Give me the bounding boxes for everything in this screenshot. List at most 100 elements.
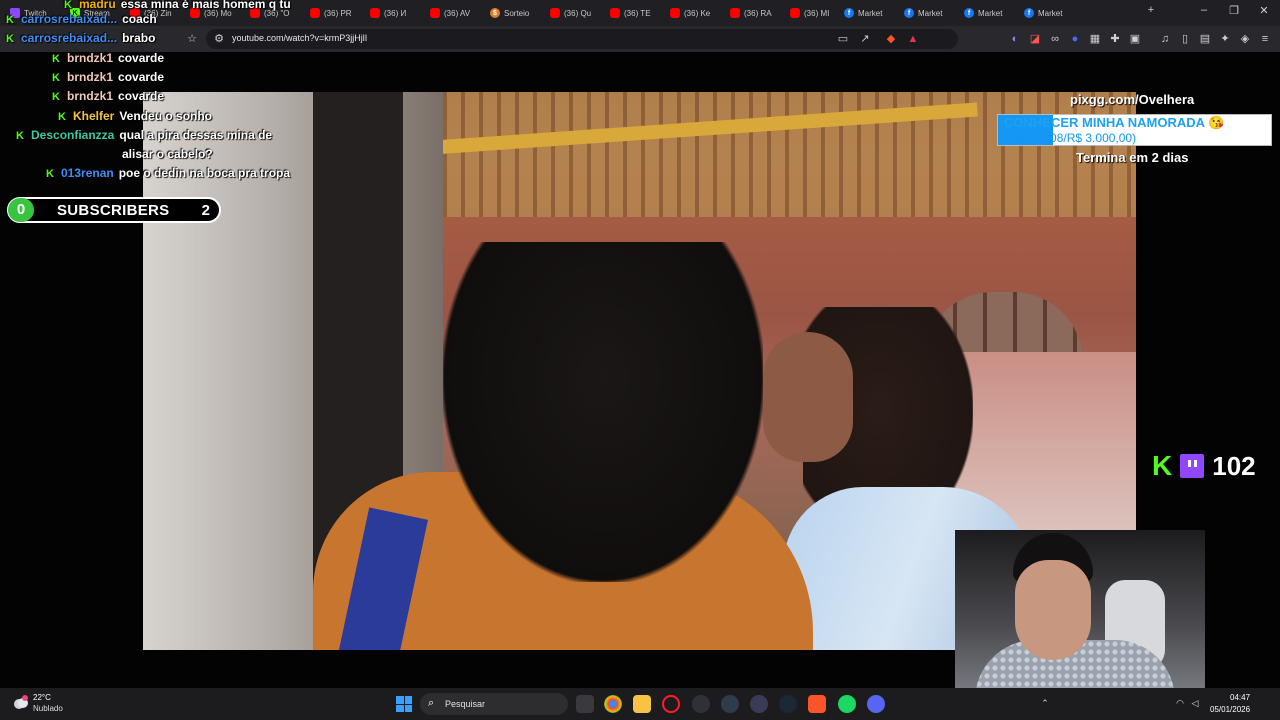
minimize-button[interactable]: –: [1194, 4, 1214, 16]
clock-time[interactable]: 04:47: [1230, 693, 1250, 702]
kick-badge-icon: K: [6, 14, 14, 26]
app-icon[interactable]: [692, 695, 710, 713]
screenshot-icon[interactable]: ▣: [1128, 32, 1142, 46]
chat-username[interactable]: brndzk1: [67, 89, 113, 103]
goal-progress-bar: CONHECER MINHA NAMORADA 😘 (R$ 606,08/R$ …: [997, 114, 1272, 146]
browser-tab[interactable]: (36) TE: [610, 3, 666, 23]
browser-tab-label: Market: [918, 8, 943, 18]
chat-username[interactable]: carrosrebaixad...: [21, 31, 117, 45]
search-placeholder: Pesquisar: [445, 699, 486, 709]
opera-gx-icon[interactable]: [662, 695, 680, 713]
kick-badge-icon: K: [64, 0, 72, 11]
app-icon[interactable]: [721, 695, 739, 713]
browser-toolbar: ☆ ⚙ youtube.com/watch?v=krmP3jjHjlI ▭ ↗ …: [0, 26, 1280, 52]
weather-cloud-icon[interactable]: [12, 694, 30, 712]
youtube-icon: [310, 8, 320, 18]
extension-icon[interactable]: ◐: [1008, 32, 1022, 46]
browser-tab[interactable]: (36) И: [370, 3, 426, 23]
youtube-icon: [550, 8, 560, 18]
browser-tab[interactable]: (36) Qu: [550, 3, 606, 23]
browser-tab-label: (36) И: [384, 8, 407, 18]
file-explorer-icon[interactable]: [633, 695, 651, 713]
new-tab-button[interactable]: +: [1141, 4, 1161, 16]
start-menu-icon[interactable]: [396, 696, 412, 712]
spotify-icon[interactable]: [838, 695, 856, 713]
browser-tab[interactable]: f Market: [904, 3, 960, 23]
kick-logo-icon: K: [1152, 450, 1173, 481]
chat-message: Kcarrosrebaixad... brabo: [6, 31, 155, 46]
maximize-button[interactable]: ❐: [1224, 4, 1244, 17]
browser-tab[interactable]: (36) RA: [730, 3, 786, 23]
discord-icon[interactable]: [867, 695, 885, 713]
browser-tab-label: (36) Qu: [564, 8, 592, 18]
youtube-icon: [370, 8, 380, 18]
chat-username[interactable]: brndzk1: [67, 70, 113, 84]
browser-tab[interactable]: f Market: [1024, 3, 1080, 23]
close-window-button[interactable]: ✕: [1254, 4, 1274, 17]
chat-text: qual a pira dessas mina de: [119, 128, 273, 142]
browser-tab[interactable]: f Market: [964, 3, 1020, 23]
facebook-icon: f: [844, 8, 854, 18]
browser-tab[interactable]: (36) Ke: [670, 3, 726, 23]
wallet-icon[interactable]: ▤: [1198, 32, 1212, 46]
taskbar-search[interactable]: ⌕ Pesquisar: [420, 693, 568, 715]
goal-site: pixgg.com/Ovelhera: [1070, 92, 1195, 107]
goal-amount: (R$ 606,08/R$ 3.000,00): [1004, 131, 1137, 145]
volume-icon[interactable]: ◁: [1190, 698, 1200, 708]
media-icon[interactable]: ♫: [1158, 32, 1172, 46]
chat-message: Kbrndzk1 covarde: [52, 89, 164, 104]
chrome-icon[interactable]: [604, 695, 622, 713]
cast-icon[interactable]: ▭: [836, 32, 850, 46]
brave-icon[interactable]: [808, 695, 826, 713]
browser-tab-label: (36) AV: [444, 8, 471, 18]
extension-icon[interactable]: ●: [1068, 32, 1082, 46]
chat-message: Kcarrosrebaixad... coach: [6, 12, 157, 27]
youtube-icon: [670, 8, 680, 18]
chat-username[interactable]: madru: [79, 0, 116, 11]
vpn-icon[interactable]: ◈: [1238, 32, 1252, 46]
share-icon[interactable]: ↗: [858, 32, 872, 46]
browser-tab[interactable]: $ Sorteio: [490, 3, 546, 23]
windows-taskbar: 22°C Nublado ⌕ Pesquisar ⌃ ◠ ◁ 04:47 05/…: [0, 688, 1280, 720]
chat-message: K Khelfer Vendeu o sonho: [58, 109, 212, 124]
chat-username[interactable]: brndzk1: [67, 51, 113, 65]
chat-text: brabo: [122, 31, 156, 45]
bookmark-icon[interactable]: ☆: [185, 32, 199, 46]
extension-icon[interactable]: ◪: [1028, 32, 1042, 46]
facebook-icon: f: [1024, 8, 1034, 18]
chat-username[interactable]: Khelfer: [73, 109, 114, 123]
url-text: youtube.com/watch?v=krmP3jjHjlI: [232, 33, 368, 43]
browser-tab[interactable]: f Market: [844, 3, 900, 23]
chat-text: essa mina é mais homem q tu: [120, 0, 291, 11]
browser-tab[interactable]: (36) PR: [310, 3, 366, 23]
extension-icon[interactable]: ▦: [1088, 32, 1102, 46]
browser-tab-label: (36) RA: [744, 8, 772, 18]
app-icon[interactable]: [750, 695, 768, 713]
extension-icon[interactable]: ∞: [1048, 32, 1062, 46]
steam-icon[interactable]: [779, 695, 797, 713]
extensions-puzzle-icon[interactable]: ✚: [1108, 32, 1122, 46]
brave-shields-icon[interactable]: ◆: [884, 32, 898, 46]
wifi-icon[interactable]: ◠: [1175, 698, 1185, 708]
sidebar-icon[interactable]: ▯: [1178, 32, 1192, 46]
tray-chevron-icon[interactable]: ⌃: [1040, 698, 1050, 708]
video-scene-person: [443, 242, 763, 582]
brave-rewards-icon[interactable]: ▲: [906, 32, 920, 46]
leo-ai-icon[interactable]: ✦: [1218, 32, 1232, 46]
chat-username[interactable]: carrosrebaixad...: [21, 12, 117, 26]
menu-icon[interactable]: ≡: [1258, 32, 1272, 46]
kick-badge-icon: K: [6, 33, 14, 45]
browser-tab[interactable]: (36) MI: [790, 3, 846, 23]
clock-date[interactable]: 05/01/2026: [1210, 705, 1250, 714]
site-info-icon[interactable]: ⚙: [212, 32, 226, 46]
task-view-icon[interactable]: [576, 695, 594, 713]
chat-username[interactable]: Desconfianzza: [31, 128, 114, 142]
kick-badge-icon: K: [58, 111, 66, 123]
address-bar[interactable]: ⚙ youtube.com/watch?v=krmP3jjHjlI ▭ ↗ ◆ …: [206, 29, 958, 49]
goal-title: CONHECER MINHA NAMORADA 😘: [1004, 115, 1225, 130]
kick-badge-icon: K: [16, 130, 24, 142]
subscribers-count-right: 2: [201, 202, 210, 219]
chat-username[interactable]: 013renan: [61, 166, 114, 180]
browser-tab[interactable]: (36) AV: [430, 3, 486, 23]
youtube-icon: [730, 8, 740, 18]
